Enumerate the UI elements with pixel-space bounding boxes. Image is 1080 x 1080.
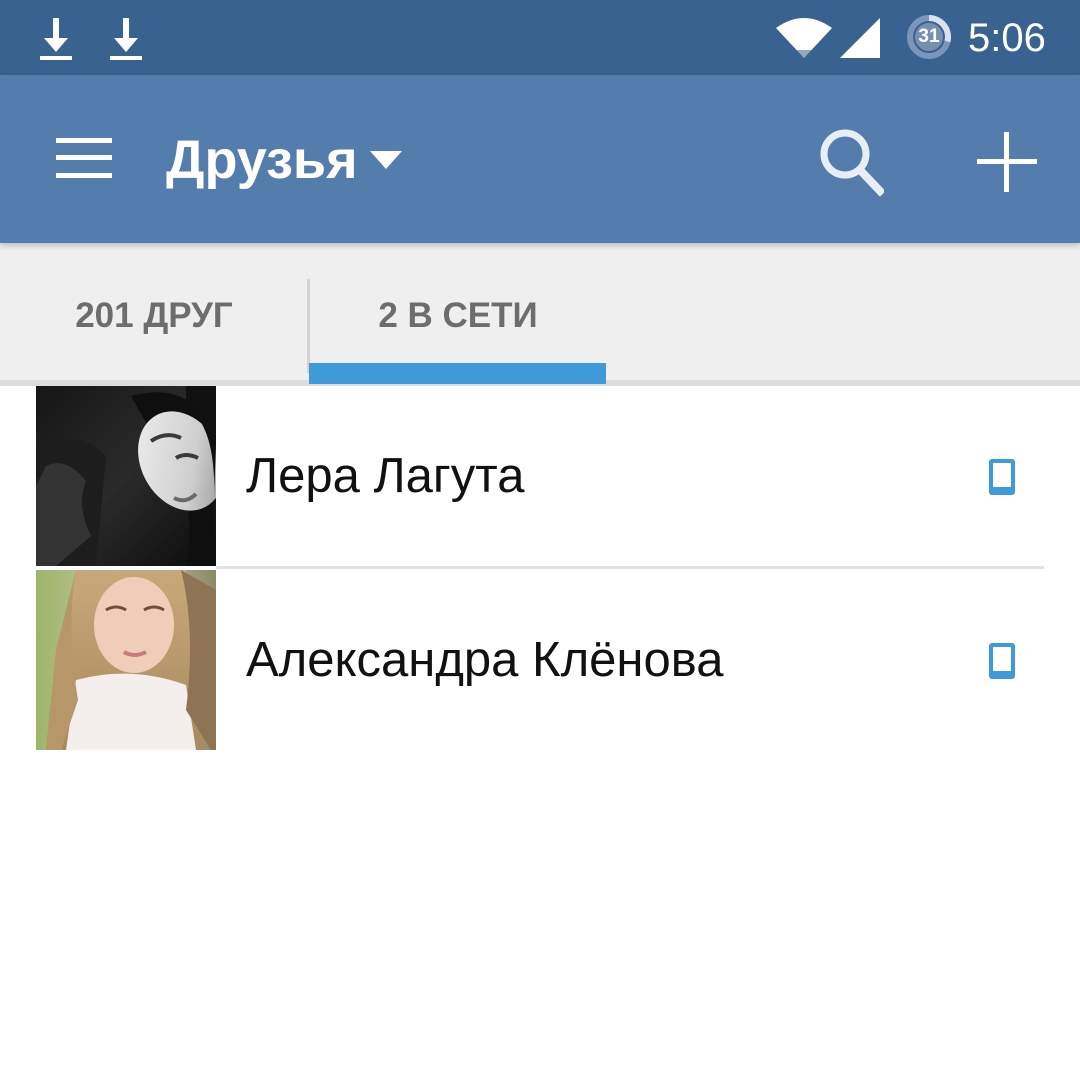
app-toolbar: Друзья [0, 75, 1080, 243]
wifi-icon [776, 18, 832, 58]
tab-label: 201 ДРУГ [75, 296, 233, 335]
row-divider [216, 566, 1044, 569]
avatar[interactable] [36, 570, 216, 750]
friend-name[interactable]: Александра Клёнова [246, 630, 723, 690]
avatar-photo [36, 386, 216, 566]
avatar[interactable] [36, 386, 216, 566]
download-icon [110, 18, 142, 60]
friend-name[interactable]: Лера Лагута [246, 446, 524, 506]
battery-percentage: 31 [918, 26, 940, 47]
menu-button[interactable] [46, 125, 122, 191]
list-item[interactable]: Лера Лагута [0, 386, 1080, 569]
list-item[interactable]: Александра Клёнова [0, 570, 1080, 752]
signal-icon [840, 18, 880, 58]
add-friend-button[interactable] [962, 117, 1052, 207]
friends-tabs: 201 ДРУГ 2 В СЕТИ [0, 243, 1080, 382]
search-button[interactable] [806, 119, 896, 205]
active-tab-indicator [309, 363, 606, 384]
tab-online-friends[interactable]: 2 В СЕТИ [310, 243, 606, 382]
status-bar: 31 5:06 [0, 0, 1080, 75]
download-icon [40, 18, 72, 60]
page-title[interactable]: Друзья [166, 125, 358, 195]
mobile-phone-icon [989, 643, 1015, 679]
search-icon [820, 129, 884, 197]
avatar-photo [36, 570, 216, 750]
tab-label: 2 В СЕТИ [378, 296, 538, 335]
tab-all-friends[interactable]: 201 ДРУГ [0, 243, 308, 382]
hamburger-menu-icon [56, 138, 112, 178]
caret-down-icon[interactable] [366, 147, 406, 175]
status-clock: 5:06 [968, 16, 1046, 60]
mobile-phone-icon [989, 459, 1015, 495]
friends-screen: 31 5:06 Друзья 201 ДРУГ 2 В СЕТИ Лера Ла… [0, 0, 1080, 1080]
plus-icon [977, 132, 1037, 192]
